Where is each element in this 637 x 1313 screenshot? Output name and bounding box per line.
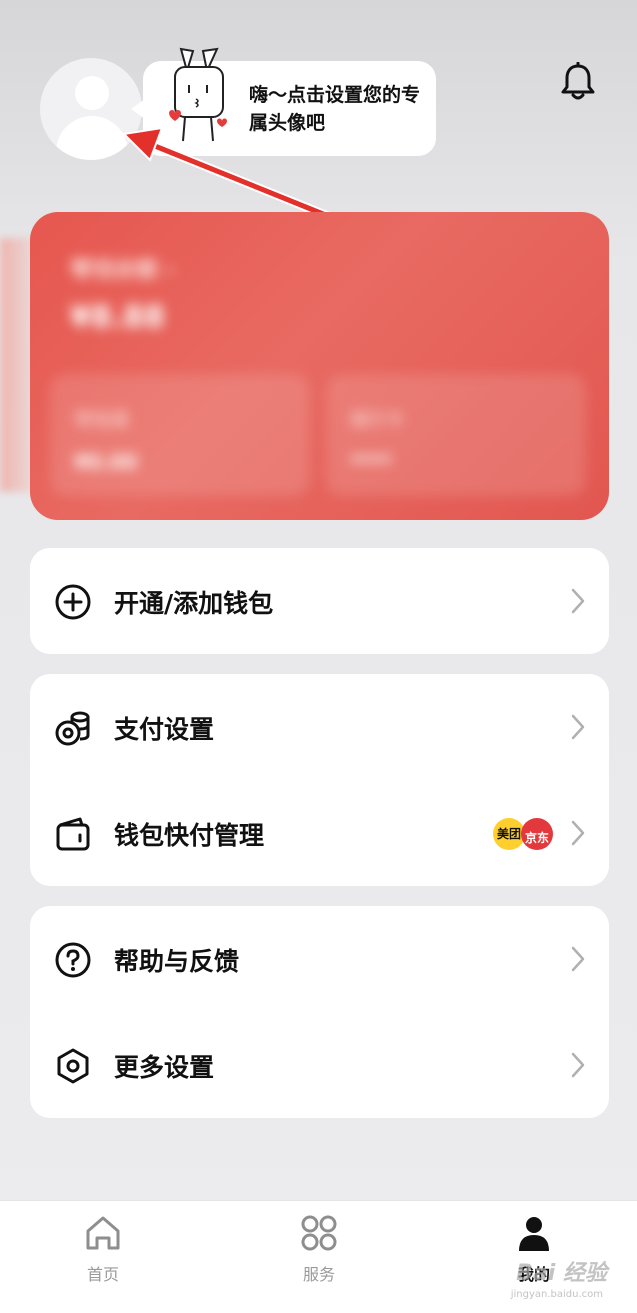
balance-card[interactable]: 零钱余额 › ¥8.88 零钱通 ¥0.00 银行卡 **** (30, 212, 609, 520)
sub-card-left-title: 零钱通 (74, 410, 128, 431)
wallet-icon (56, 817, 90, 851)
chevron-right-icon (571, 820, 585, 846)
balance-value: ¥8.88 (70, 300, 165, 335)
menu-item-label: 钱包快付管理 (114, 821, 265, 850)
tab-label: 服务 (302, 1265, 335, 1284)
watermark: Bai 经验 (516, 1261, 607, 1286)
tab-home[interactable]: 首页 (48, 1213, 158, 1293)
tab-services[interactable]: 服务 (264, 1213, 374, 1293)
menu-item-wallet-quickpay[interactable]: 钱包快付管理 美团 京东 (30, 780, 609, 886)
hexagon-settings-icon (57, 1048, 89, 1084)
tab-label: 首页 (86, 1265, 119, 1284)
sub-card-right-value: **** (350, 450, 392, 474)
balance-label: 零钱余额 › (70, 258, 175, 283)
menu-item-help-feedback[interactable]: 帮助与反馈 (30, 906, 609, 1012)
watermark-url: jingyan.baidu.com (510, 1289, 603, 1300)
menu-item-open-wallet[interactable]: 开通/添加钱包 (30, 548, 609, 654)
menu-group-help: 帮助与反馈 更多设置 (30, 906, 609, 1118)
menu-group-wallet: 开通/添加钱包 (30, 548, 609, 654)
question-circle-icon (55, 942, 91, 978)
sub-card-right-title: 银行卡 (350, 410, 404, 431)
coins-icon (55, 711, 90, 746)
plus-circle-icon (55, 584, 91, 620)
menu-item-more-settings[interactable]: 更多设置 (30, 1012, 609, 1118)
menu-item-label: 更多设置 (114, 1053, 215, 1082)
chevron-right-icon (571, 1052, 585, 1078)
menu-item-label: 帮助与反馈 (114, 947, 240, 976)
sub-card-right[interactable]: 银行卡 **** (326, 374, 586, 496)
menu-item-label: 开通/添加钱包 (114, 589, 274, 618)
person-icon (519, 1217, 549, 1251)
bottom-tab-bar: 首页 服务 我的 Bai 经验 jingyan.baidu.com (0, 1200, 637, 1313)
bunny-mascot-icon (169, 47, 227, 142)
menu-item-payment-settings[interactable]: 支付设置 (30, 674, 609, 780)
bell-icon[interactable] (560, 62, 596, 102)
grid-icon (301, 1215, 337, 1251)
chevron-right-icon (571, 588, 585, 614)
bubble-text: 嗨～点击设置您的专属头像吧 (249, 84, 421, 134)
avatar-hint-bubble[interactable]: 嗨～点击设置您的专属头像吧 (131, 47, 436, 156)
jd-badge: 京东 (521, 818, 553, 850)
avatar-head (75, 76, 109, 110)
avatar-body (56, 116, 128, 160)
sub-card-left[interactable]: 零钱通 ¥0.00 (50, 374, 310, 496)
chevron-right-icon (571, 946, 585, 972)
menu-group-payment: 支付设置 钱包快付管理 美团 京东 (30, 674, 609, 886)
chevron-right-icon (571, 714, 585, 740)
sub-card-left-value: ¥0.00 (74, 450, 138, 474)
merchant-badges: 美团 京东 (491, 818, 553, 850)
home-icon (86, 1216, 120, 1250)
menu-item-label: 支付设置 (114, 715, 215, 744)
avatar[interactable] (40, 58, 142, 160)
